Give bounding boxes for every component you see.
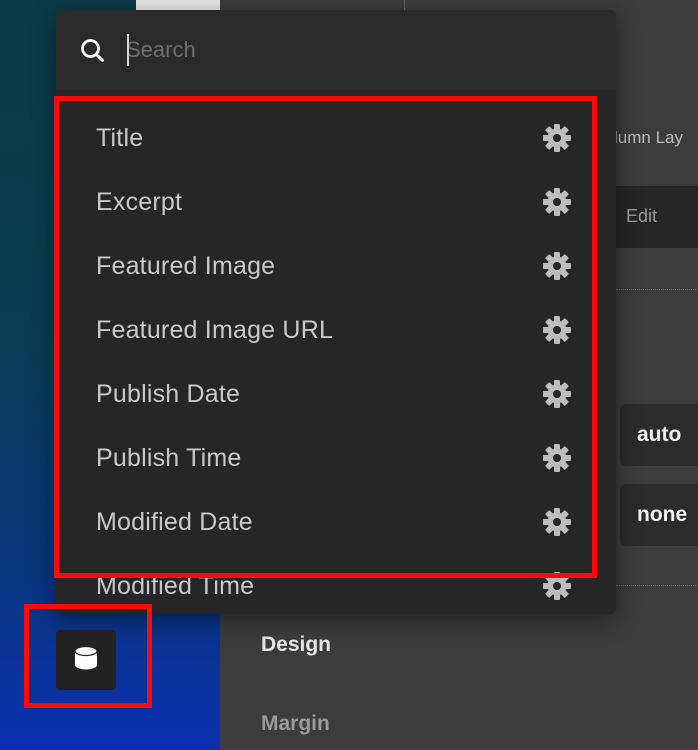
- list-item-label: Featured Image URL: [96, 315, 334, 344]
- dynamic-data-list: Title Excerpt Featured Image Featured Im…: [56, 106, 616, 614]
- list-item-label: Publish Date: [96, 379, 241, 408]
- column-layout-label: lumn Lay: [614, 128, 683, 147]
- divider: [404, 0, 405, 10]
- gear-icon[interactable]: [542, 443, 572, 473]
- value-none-text: none: [637, 503, 688, 526]
- gear-icon[interactable]: [542, 251, 572, 281]
- list-item-publish-time[interactable]: Publish Time: [56, 426, 616, 490]
- list-item-label: Publish Time: [96, 443, 242, 472]
- divider: [616, 585, 698, 586]
- list-item-publish-date[interactable]: Publish Date: [56, 362, 616, 426]
- list-item-featured-image[interactable]: Featured Image: [56, 234, 616, 298]
- margin-section-title[interactable]: Margin: [261, 712, 330, 736]
- gear-icon[interactable]: [542, 315, 572, 345]
- divider: [616, 289, 698, 290]
- list-item-modified-date[interactable]: Modified Date: [56, 490, 616, 554]
- list-item-title[interactable]: Title: [56, 106, 616, 170]
- list-item-label: Excerpt: [96, 187, 183, 216]
- list-item-label: Modified Time: [96, 571, 255, 600]
- dynamic-data-dropdown: Title Excerpt Featured Image Featured Im…: [56, 10, 616, 614]
- gear-icon[interactable]: [542, 123, 572, 153]
- list-item-modified-time[interactable]: Modified Time: [56, 554, 616, 614]
- text-caret: [127, 34, 129, 66]
- database-icon: [74, 645, 98, 676]
- value-auto-text: auto: [637, 423, 682, 446]
- search-icon: [80, 38, 106, 64]
- list-item-label: Featured Image: [96, 251, 276, 280]
- gear-icon[interactable]: [542, 187, 572, 217]
- list-item-label: Title: [96, 123, 144, 152]
- gear-icon[interactable]: [542, 507, 572, 537]
- list-item-label: Modified Date: [96, 507, 253, 536]
- edit-button[interactable]: Edit: [626, 206, 657, 227]
- gear-icon[interactable]: [542, 571, 572, 601]
- dynamic-data-button[interactable]: [56, 630, 116, 690]
- search-bar: [56, 10, 616, 90]
- design-section-title[interactable]: Design: [261, 633, 331, 657]
- gear-icon[interactable]: [542, 379, 572, 409]
- list-item-excerpt[interactable]: Excerpt: [56, 170, 616, 234]
- search-input[interactable]: [126, 32, 596, 68]
- screen: lumn Lay Edit auto none Design Margin Ti…: [0, 0, 698, 750]
- list-item-featured-image-url[interactable]: Featured Image URL: [56, 298, 616, 362]
